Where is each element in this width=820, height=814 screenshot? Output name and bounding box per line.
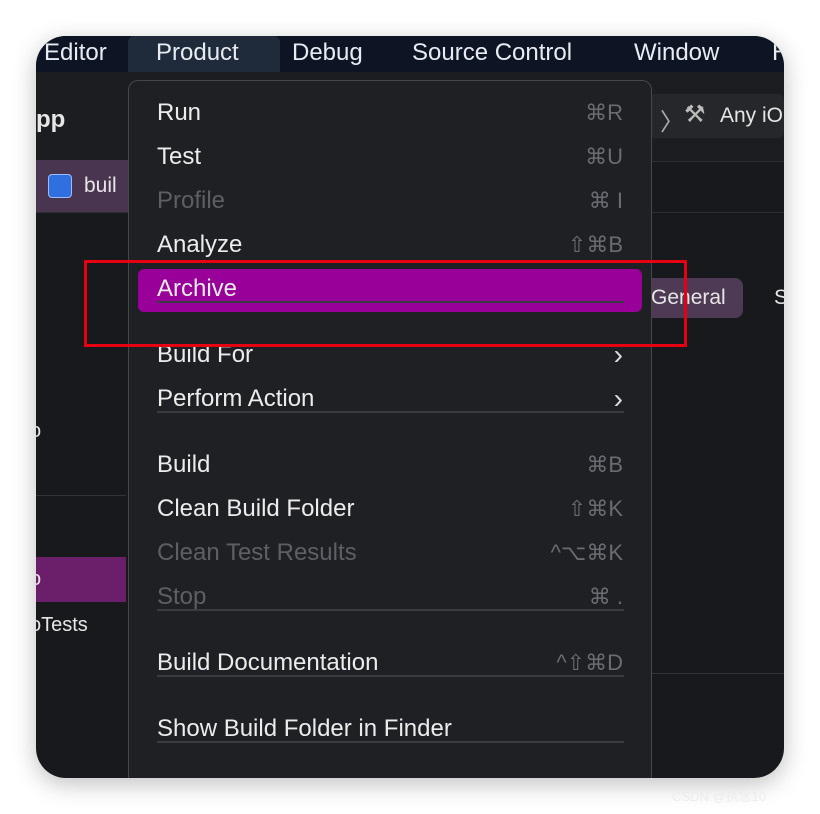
destination-label: Any iO	[720, 104, 784, 127]
file-tab-label: buil	[84, 174, 117, 197]
menu-item-clean-build-folder[interactable]: Clean Build Folder ⇧⌘K	[129, 489, 651, 529]
menu-item-show-build-folder-in-finder[interactable]: Show Build Folder in Finder	[129, 709, 651, 749]
menu-source-control[interactable]: Source Control	[412, 36, 572, 72]
shortcut-label: ⇧⌘B	[567, 232, 623, 257]
menu-item-label: Clean Test Results	[157, 539, 357, 566]
shortcut-label: ⌘U	[585, 144, 623, 169]
annotation-highlight-box	[84, 260, 687, 347]
menu-item-label: Show Build Folder in Finder	[157, 715, 452, 742]
menu-item-run[interactable]: Run ⌘R	[129, 93, 651, 133]
menu-item-label: Test	[157, 143, 202, 170]
tab-signing[interactable]: S	[774, 286, 784, 310]
shortcut-label: ⌘R	[585, 100, 623, 125]
menu-product[interactable]: Product	[128, 36, 280, 72]
project-title: pp	[36, 106, 66, 133]
sidebar-item[interactable]: o	[36, 420, 41, 443]
shortcut-label: ⇧⌘K	[567, 496, 623, 521]
chevron-right-icon: 〉	[660, 109, 684, 136]
menu-editor[interactable]: Editor	[44, 36, 107, 72]
menu-item-build[interactable]: Build ⌘B	[129, 445, 651, 485]
watermark: CSDN @执念10	[672, 789, 767, 804]
menu-help[interactable]: H	[772, 36, 784, 72]
chevron-right-icon: ›	[613, 383, 623, 414]
sidebar-item-tests[interactable]: oTests	[36, 614, 88, 637]
menu-item-label: Run	[157, 99, 202, 126]
shortcut-label: ⌘B	[586, 452, 623, 477]
menu-item-label: Clean Build Folder	[157, 495, 355, 522]
xcode-window: Editor Product Debug Source Control Wind…	[36, 36, 784, 778]
menu-item-build-documentation[interactable]: Build Documentation ^⇧⌘D	[129, 643, 651, 683]
menu-item-test[interactable]: Test ⌘U	[129, 137, 651, 177]
menu-item-label: Profile	[157, 187, 226, 214]
menu-separator	[157, 675, 624, 677]
menu-debug[interactable]: Debug	[292, 36, 363, 72]
menu-item-analyze[interactable]: Analyze ⇧⌘B	[129, 225, 651, 265]
menu-item-label: Stop	[157, 583, 207, 610]
menu-separator	[157, 741, 624, 743]
app-icon	[48, 174, 72, 198]
product-menu: Run ⌘R Test ⌘U Profile ⌘ I Analyze ⇧⌘B Archive Bu…	[128, 80, 652, 778]
menu-item-label: Analyze	[157, 231, 243, 258]
sidebar-item-selected[interactable]: o	[36, 557, 126, 602]
shortcut-label: ⌘ I	[588, 188, 623, 213]
shortcut-label: ^⌥⌘K	[550, 540, 623, 565]
menu-item-label: Perform Action	[157, 385, 315, 412]
menu-item-label: Build	[157, 451, 211, 478]
scheme-selector[interactable]: 〉 ⚒ Any iO	[648, 94, 784, 138]
shortcut-label: ⌘ .	[588, 584, 623, 609]
menu-item-label: Build Documentation	[157, 649, 379, 676]
menu-window[interactable]: Window	[634, 36, 719, 72]
menu-item-stop[interactable]: Stop ⌘ .	[129, 577, 651, 617]
menu-item-clean-test-results[interactable]: Clean Test Results ^⌥⌘K	[129, 533, 651, 573]
hammer-icon: ⚒	[684, 101, 706, 128]
file-tab[interactable]: buil	[36, 160, 128, 212]
menu-separator	[157, 411, 624, 413]
menu-item-perform-action[interactable]: Perform Action ›	[129, 379, 651, 419]
menu-bar: Editor Product Debug Source Control Wind…	[36, 36, 784, 72]
menu-separator	[157, 609, 624, 611]
shortcut-label: ^⇧⌘D	[556, 650, 623, 675]
menu-item-profile[interactable]: Profile ⌘ I	[129, 181, 651, 221]
